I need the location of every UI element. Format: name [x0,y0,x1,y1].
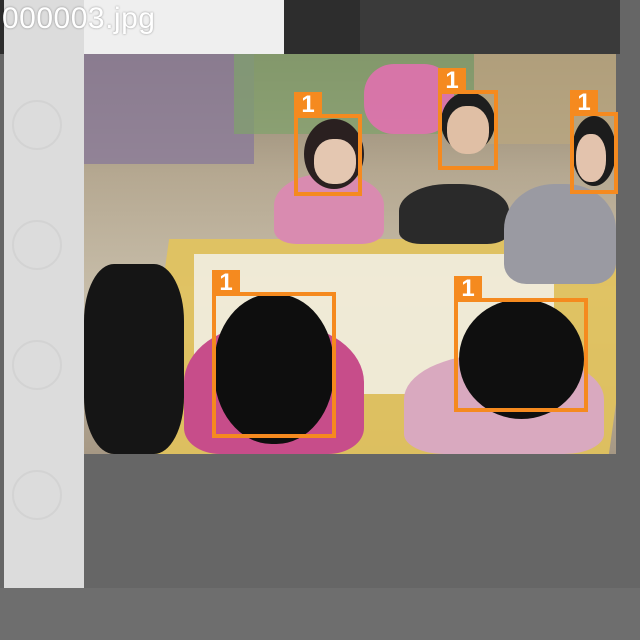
watermark-icon [12,220,62,270]
image-filename: 000003.jpg [2,2,156,35]
photo-person [84,264,184,454]
detection-label: 1 [212,270,240,296]
detection-label: 1 [454,276,482,302]
detection-label: 1 [570,90,598,116]
photo-shelf [84,54,254,164]
watermark-icon [12,100,62,150]
top-strip-dark-region [360,0,620,54]
detection-box[interactable]: 1 [438,68,498,170]
detection-box[interactable]: 1 [454,276,588,412]
detection-label: 1 [294,92,322,118]
photo-person [399,184,509,244]
detection-box[interactable]: 1 [294,92,362,196]
detection-box[interactable]: 1 [212,270,336,438]
detection-box[interactable]: 1 [570,90,618,194]
photo-person [504,184,616,284]
watermark-icon [12,340,62,390]
detection-label: 1 [438,68,466,94]
bottom-bar [0,588,640,640]
watermark-icon [12,470,62,520]
viewer-canvas: 1 1 1 1 1 000003.jpg [0,0,640,640]
side-panel [4,0,84,588]
